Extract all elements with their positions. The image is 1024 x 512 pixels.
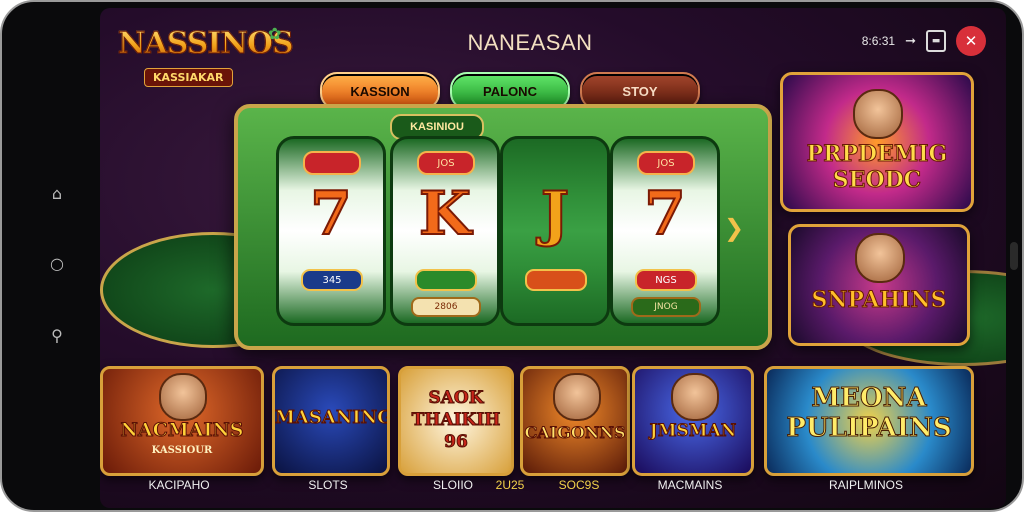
character-avatar: [671, 373, 719, 421]
game-card-1[interactable]: NACMAINS KASSIOUR: [100, 366, 264, 476]
reel-footer: 2806: [411, 297, 481, 317]
reel-top-badge: JOS: [417, 151, 475, 175]
slot-reel-1[interactable]: 7 345: [276, 136, 386, 326]
status-bar: 8:6:31 ➞ ▬ ✕: [862, 26, 986, 56]
game-card-6[interactable]: MEONA PULIPAINS: [764, 366, 974, 476]
game-label[interactable]: RAIPLMINOS: [764, 478, 968, 492]
slot-reel-2[interactable]: JOS K 2806: [390, 136, 500, 326]
reel-bottom-badge: [415, 269, 477, 291]
circle-icon[interactable]: ○: [44, 250, 70, 276]
character-avatar: [853, 89, 903, 139]
promo-card-middle[interactable]: SNPAHINS: [788, 224, 970, 346]
game-label[interactable]: KACIPAHO: [100, 478, 258, 492]
reel-symbol: 7: [643, 178, 687, 250]
reel-top-badge: [303, 151, 361, 175]
game-card-title: NACMAINS: [120, 419, 244, 442]
reel-footer: JNOG: [631, 297, 701, 317]
character-avatar: [855, 233, 905, 283]
game-card-4[interactable]: CAIGONNS: [520, 366, 630, 476]
device-frame: ⌂ ○ ⚲ NASSINOS KASSIAKAR ✿ NANEASAN 8:6:…: [0, 0, 1024, 512]
game-card-3[interactable]: SAOK THAIKIH 96: [398, 366, 514, 476]
leaf-icon: ✿: [268, 24, 282, 43]
reel-bottom-badge: 345: [301, 269, 363, 291]
game-label-extra[interactable]: SOC9S: [544, 478, 614, 492]
app-screen: NASSINOS KASSIAKAR ✿ NANEASAN 8:6:31 ➞ ▬…: [100, 8, 1006, 508]
slot-reel-4[interactable]: JOS 7 NGS JNOG: [610, 136, 720, 326]
game-card-title: JMSMAN: [649, 421, 737, 442]
android-nav-bar: ⌂ ○ ⚲: [2, 2, 100, 510]
logo-title: NASSINOS: [118, 26, 295, 62]
lock-icon[interactable]: ⚲: [44, 322, 70, 348]
page-title: NANEASAN: [467, 30, 593, 55]
character-avatar: [159, 373, 207, 421]
chevron-right-icon[interactable]: ❯: [724, 214, 744, 242]
game-card-title: MASANING: [275, 407, 390, 429]
game-card-title: SAOK THAIKIH 96: [411, 388, 501, 453]
game-card-title: CAIGONNS: [524, 423, 626, 443]
slot-reel-3[interactable]: J: [500, 136, 610, 326]
promo-title: PRPDEMIG SEODC: [806, 141, 948, 194]
game-card-5[interactable]: JMSMAN: [632, 366, 754, 476]
reel-top-badge: JOS: [637, 151, 695, 175]
device-button: [1010, 242, 1018, 270]
home-icon[interactable]: ⌂: [44, 180, 70, 206]
game-label[interactable]: 2U25: [480, 478, 540, 492]
download-icon: ➞: [905, 33, 916, 49]
window-icon[interactable]: ▬: [926, 30, 946, 52]
game-card-subtitle: KASSIOUR: [151, 445, 213, 456]
game-label[interactable]: MACMAINS: [632, 478, 748, 492]
logo-subtitle: KASSIAKAR: [144, 68, 233, 87]
reel-symbol: K: [418, 178, 472, 250]
game-card-title: MEONA PULIPAINS: [786, 383, 952, 444]
game-label[interactable]: SLOTS: [272, 478, 384, 492]
close-button[interactable]: ✕: [956, 26, 986, 56]
app-logo[interactable]: NASSINOS KASSIAKAR ✿: [118, 24, 298, 94]
reel-symbol: J: [540, 178, 570, 250]
promo-title: SNPAHINS: [811, 287, 947, 314]
status-time: 8:6:31: [861, 34, 896, 48]
reel-bottom-badge: NGS: [635, 269, 697, 291]
reel-symbol: 7: [309, 178, 353, 250]
character-avatar: [553, 373, 601, 421]
promo-card-top[interactable]: PRPDEMIG SEODC: [780, 72, 974, 212]
game-card-2[interactable]: MASANING: [272, 366, 390, 476]
reel-bottom-badge: [525, 269, 587, 291]
